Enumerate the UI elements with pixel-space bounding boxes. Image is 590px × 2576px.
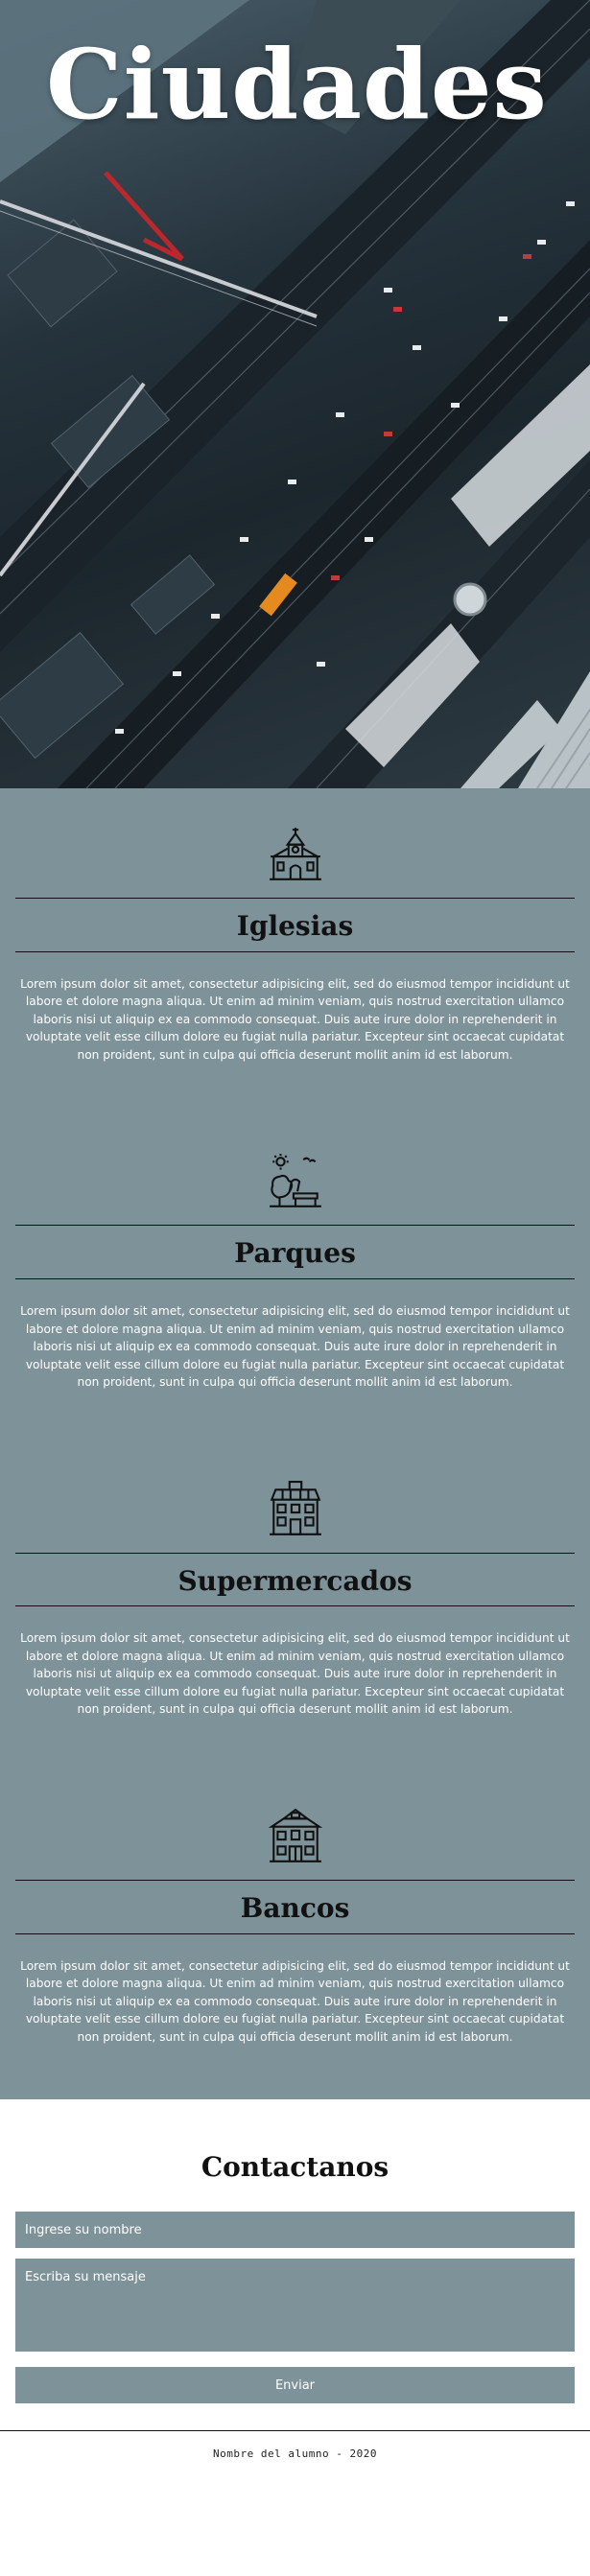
footer-text: Nombre del alumno - 2020 (213, 2447, 377, 2461)
service-title: Supermercados (177, 1564, 413, 1597)
park-icon (269, 1154, 321, 1208)
service-supermercados: Supermercados Lorem ipsum dolor sit amet… (0, 1480, 590, 1807)
name-input[interactable] (15, 2212, 575, 2249)
contact-form: Enviar (15, 2212, 575, 2404)
contact-section: Contactanos Enviar (0, 2099, 590, 2431)
supermarket-icon (269, 1480, 321, 1535)
service-description: Lorem ipsum dolor sit amet, consectetur … (20, 1631, 570, 1717)
service-description: Lorem ipsum dolor sit amet, consectetur … (20, 1958, 570, 2044)
service-title: Bancos (240, 1891, 350, 1924)
page-title: Ciudades (46, 28, 548, 141)
service-title: Parques (234, 1237, 356, 1270)
service-iglesias: Iglesias Lorem ipsum dolor sit amet, con… (0, 825, 590, 1152)
church-icon (269, 828, 321, 880)
hero-banner: Ciudades (0, 0, 590, 788)
service-bancos: Bancos Lorem ipsum dolor sit amet, conse… (0, 1807, 590, 2099)
services-section: Iglesias Lorem ipsum dolor sit amet, con… (0, 788, 590, 2100)
service-description: Lorem ipsum dolor sit amet, consectetur … (20, 976, 570, 1062)
contact-title: Contactanos (201, 2151, 389, 2184)
service-description: Lorem ipsum dolor sit amet, consectetur … (20, 1304, 570, 1390)
submit-button[interactable]: Enviar (15, 2367, 575, 2404)
service-parques: Parques Lorem ipsum dolor sit amet, cons… (0, 1152, 590, 1479)
bank-icon (268, 1808, 322, 1862)
footer: Nombre del alumno - 2020 (0, 2431, 590, 2473)
service-title: Iglesias (236, 910, 354, 942)
message-textarea[interactable] (15, 2259, 575, 2353)
